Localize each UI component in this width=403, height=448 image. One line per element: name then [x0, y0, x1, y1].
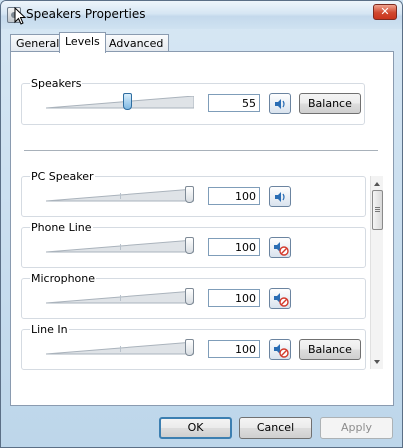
pc-speaker-mute-button[interactable]: [269, 186, 291, 207]
line-in-mute-button[interactable]: [269, 339, 291, 360]
levels-panel: Speakers 55 Balance PC Speaker 100 Phone…: [10, 51, 394, 406]
speaker-muted-icon: [274, 344, 289, 358]
slider-thumb[interactable]: [185, 237, 194, 254]
microphone-volume-slider[interactable]: [46, 288, 194, 307]
microphone-label: Microphone: [30, 272, 97, 285]
slider-tick: [120, 193, 121, 199]
speaker-icon: [275, 192, 285, 202]
window-title: Speakers Properties: [26, 7, 146, 21]
tab-advanced[interactable]: Advanced: [103, 34, 170, 52]
pc-speaker-label: PC Speaker: [30, 170, 95, 183]
tab-levels[interactable]: Levels: [59, 32, 106, 53]
slider-tick: [120, 295, 121, 301]
apply-button[interactable]: Apply: [320, 417, 393, 439]
speakers-group: Speakers 55 Balance: [21, 77, 365, 125]
speakers-label: Speakers: [30, 77, 83, 90]
mouse-cursor-icon: [14, 7, 27, 25]
speakers-balance-button[interactable]: Balance: [299, 93, 361, 114]
slider-tick: [120, 244, 121, 250]
line-in-balance-button[interactable]: Balance: [299, 339, 361, 360]
microphone-volume-value[interactable]: 100: [208, 289, 260, 307]
tab-general[interactable]: General: [10, 34, 66, 52]
separator-line: [24, 150, 378, 151]
slider-thumb[interactable]: [185, 339, 194, 356]
pc-speaker-volume-slider[interactable]: [46, 186, 194, 205]
speaker-muted-icon: [274, 293, 289, 307]
grip-line: [375, 211, 380, 212]
title-bar[interactable]: Speakers Properties ✕: [1, 1, 402, 29]
phone-line-volume-value[interactable]: 100: [208, 238, 260, 256]
line-in-group: Line In 100 Balance: [21, 323, 366, 370]
close-button[interactable]: ✕: [373, 4, 397, 20]
phone-line-group: Phone Line 100: [21, 221, 366, 268]
scrollbar-thumb[interactable]: [372, 190, 383, 230]
phone-line-label: Phone Line: [30, 221, 93, 234]
scroll-up-arrow-icon[interactable]: [374, 182, 380, 186]
line-in-label: Line In: [30, 323, 69, 336]
pc-speaker-volume-value[interactable]: 100: [208, 187, 260, 205]
line-in-volume-value[interactable]: 100: [208, 340, 260, 358]
grip-line: [375, 209, 380, 210]
phone-line-volume-slider[interactable]: [46, 237, 194, 256]
phone-line-mute-button[interactable]: [269, 237, 291, 258]
speakers-mute-button[interactable]: [269, 93, 291, 114]
scroll-down-arrow-icon[interactable]: [374, 360, 380, 364]
channel-list-scrollbar[interactable]: [370, 176, 383, 369]
cancel-button[interactable]: Cancel: [239, 417, 312, 439]
ok-button[interactable]: OK: [159, 417, 232, 439]
slider-thumb[interactable]: [185, 288, 194, 305]
speakers-properties-window: Speakers Properties ✕ General Levels Adv…: [0, 0, 403, 448]
speakers-volume-value[interactable]: 55: [208, 94, 260, 112]
line-in-volume-slider[interactable]: [46, 339, 194, 358]
microphone-group: Microphone 100: [21, 272, 366, 319]
slider-thumb[interactable]: [123, 93, 132, 110]
slider-thumb[interactable]: [185, 186, 194, 203]
speaker-muted-icon: [274, 242, 289, 256]
speaker-icon: [275, 99, 285, 109]
slider-track: [46, 96, 194, 109]
microphone-mute-button[interactable]: [269, 288, 291, 309]
grip-line: [375, 207, 380, 208]
slider-tick: [120, 346, 121, 352]
speakers-volume-slider[interactable]: [46, 93, 194, 112]
pc-speaker-group: PC Speaker 100: [21, 170, 366, 217]
